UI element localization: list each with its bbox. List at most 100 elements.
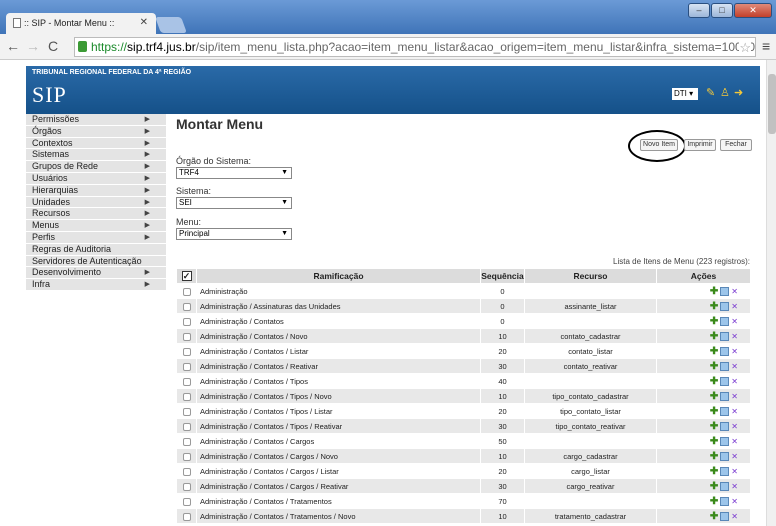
add-icon[interactable]: ✚ xyxy=(710,451,718,462)
row-checkbox[interactable] xyxy=(176,313,197,329)
close-tab-icon[interactable]: ✕ xyxy=(140,17,148,28)
row-checkbox[interactable] xyxy=(176,298,197,314)
edit-icon[interactable] xyxy=(720,377,730,387)
sidebar-item[interactable]: Servidores de Autenticação xyxy=(26,255,166,268)
remove-icon[interactable]: ✕ xyxy=(731,287,738,296)
remove-icon[interactable]: ✕ xyxy=(731,452,738,461)
add-icon[interactable]: ✚ xyxy=(710,331,718,342)
scrollbar-thumb[interactable] xyxy=(768,74,776,134)
remove-icon[interactable]: ✕ xyxy=(731,482,738,491)
remove-icon[interactable]: ✕ xyxy=(731,392,738,401)
sidebar-item[interactable]: Permissões ▶ xyxy=(26,114,166,126)
maximize-button[interactable]: □ xyxy=(711,3,733,18)
remove-icon[interactable]: ✕ xyxy=(731,332,738,341)
edit-icon[interactable] xyxy=(720,482,730,492)
remove-icon[interactable]: ✕ xyxy=(731,512,738,521)
sidebar-item[interactable]: Regras de Auditoria xyxy=(26,243,166,256)
row-checkbox[interactable] xyxy=(176,478,197,494)
imprimir-button[interactable]: Imprimir xyxy=(684,139,716,151)
add-icon[interactable]: ✚ xyxy=(710,406,718,417)
edit-icon[interactable] xyxy=(720,497,730,507)
minimize-button[interactable]: – xyxy=(688,3,710,18)
bookmark-star-icon[interactable]: ☆ xyxy=(739,39,751,56)
reload-icon[interactable]: C xyxy=(48,38,58,54)
sidebar-item[interactable]: Usuários ▶ xyxy=(26,172,166,185)
browser-menu-icon[interactable]: ≡ xyxy=(762,38,770,54)
exit-icon[interactable]: ➜ xyxy=(734,86,743,99)
sidebar-item[interactable]: Contextos ▶ xyxy=(26,137,166,150)
sidebar-item[interactable]: Recursos ▶ xyxy=(26,208,166,221)
forward-arrow-icon[interactable]: → xyxy=(26,38,40,54)
sidebar-item[interactable]: Unidades ▶ xyxy=(26,196,166,209)
remove-icon[interactable]: ✕ xyxy=(731,497,738,506)
tools-icon[interactable]: ✎ xyxy=(706,86,715,99)
edit-icon[interactable] xyxy=(720,362,730,372)
edit-icon[interactable] xyxy=(720,467,730,477)
remove-icon[interactable]: ✕ xyxy=(731,407,738,416)
unit-select[interactable]: DTI ▾ xyxy=(672,88,698,100)
sidebar-item[interactable]: Grupos de Rede ▶ xyxy=(26,161,166,173)
add-icon[interactable]: ✚ xyxy=(710,286,718,297)
menu-select[interactable]: Principal ▼ xyxy=(176,228,292,240)
add-icon[interactable]: ✚ xyxy=(710,466,718,477)
add-icon[interactable]: ✚ xyxy=(710,496,718,507)
sidebar-item[interactable]: Sistemas ▶ xyxy=(26,149,166,162)
add-icon[interactable]: ✚ xyxy=(710,481,718,492)
edit-icon[interactable] xyxy=(720,437,730,447)
add-icon[interactable]: ✚ xyxy=(710,421,718,432)
sidebar-item[interactable]: Infra ▶ xyxy=(26,279,166,291)
user-icon[interactable]: ♙ xyxy=(720,86,730,99)
window-close-button[interactable]: ✕ xyxy=(734,3,772,18)
edit-icon[interactable] xyxy=(720,422,730,432)
row-checkbox[interactable] xyxy=(176,343,197,359)
address-bar[interactable]: https://sip.trf4.jus.br/sip/item_menu_li… xyxy=(74,37,756,57)
back-arrow-icon[interactable]: ← xyxy=(6,38,20,54)
row-checkbox[interactable] xyxy=(176,418,197,434)
remove-icon[interactable]: ✕ xyxy=(731,377,738,386)
row-checkbox[interactable] xyxy=(176,448,197,464)
browser-tab[interactable]: :: SIP - Montar Menu :: ✕ xyxy=(6,13,156,34)
add-icon[interactable]: ✚ xyxy=(710,316,718,327)
remove-icon[interactable]: ✕ xyxy=(731,362,738,371)
add-icon[interactable]: ✚ xyxy=(710,391,718,402)
orgao-select[interactable]: TRF4 ▼ xyxy=(176,167,292,179)
remove-icon[interactable]: ✕ xyxy=(731,317,738,326)
sistema-select[interactable]: SEI ▼ xyxy=(176,197,292,209)
row-checkbox[interactable] xyxy=(176,433,197,449)
add-icon[interactable]: ✚ xyxy=(710,301,718,312)
row-checkbox[interactable] xyxy=(176,463,197,479)
row-checkbox[interactable] xyxy=(176,508,197,524)
row-checkbox[interactable] xyxy=(176,358,197,374)
row-checkbox[interactable] xyxy=(176,493,197,509)
fechar-button[interactable]: Fechar xyxy=(720,139,752,151)
add-icon[interactable]: ✚ xyxy=(710,346,718,357)
remove-icon[interactable]: ✕ xyxy=(731,347,738,356)
sidebar-item[interactable]: Órgãos ▶ xyxy=(26,125,166,138)
add-icon[interactable]: ✚ xyxy=(710,436,718,447)
new-tab-button[interactable] xyxy=(155,17,187,33)
row-checkbox[interactable] xyxy=(176,373,197,389)
row-checkbox[interactable] xyxy=(176,388,197,404)
add-icon[interactable]: ✚ xyxy=(710,376,718,387)
edit-icon[interactable] xyxy=(720,302,730,312)
edit-icon[interactable] xyxy=(720,332,730,342)
page-scrollbar[interactable] xyxy=(766,60,776,526)
edit-icon[interactable] xyxy=(720,347,730,357)
add-icon[interactable]: ✚ xyxy=(710,361,718,372)
edit-icon[interactable] xyxy=(720,392,730,402)
sidebar-item[interactable]: Desenvolvimento ▶ xyxy=(26,267,166,280)
remove-icon[interactable]: ✕ xyxy=(731,422,738,431)
select-all-checkbox[interactable]: ✓ xyxy=(176,268,197,284)
edit-icon[interactable] xyxy=(720,407,730,417)
remove-icon[interactable]: ✕ xyxy=(731,467,738,476)
row-checkbox[interactable] xyxy=(176,283,197,299)
sidebar-item[interactable]: Perfis ▶ xyxy=(26,231,166,244)
row-checkbox[interactable] xyxy=(176,328,197,344)
sidebar-item[interactable]: Hierarquias ▶ xyxy=(26,184,166,197)
edit-icon[interactable] xyxy=(720,287,730,297)
row-checkbox[interactable] xyxy=(176,403,197,419)
add-icon[interactable]: ✚ xyxy=(710,511,718,522)
novo-item-button[interactable]: Novo Item xyxy=(640,139,678,151)
edit-icon[interactable] xyxy=(720,317,730,327)
edit-icon[interactable] xyxy=(720,452,730,462)
